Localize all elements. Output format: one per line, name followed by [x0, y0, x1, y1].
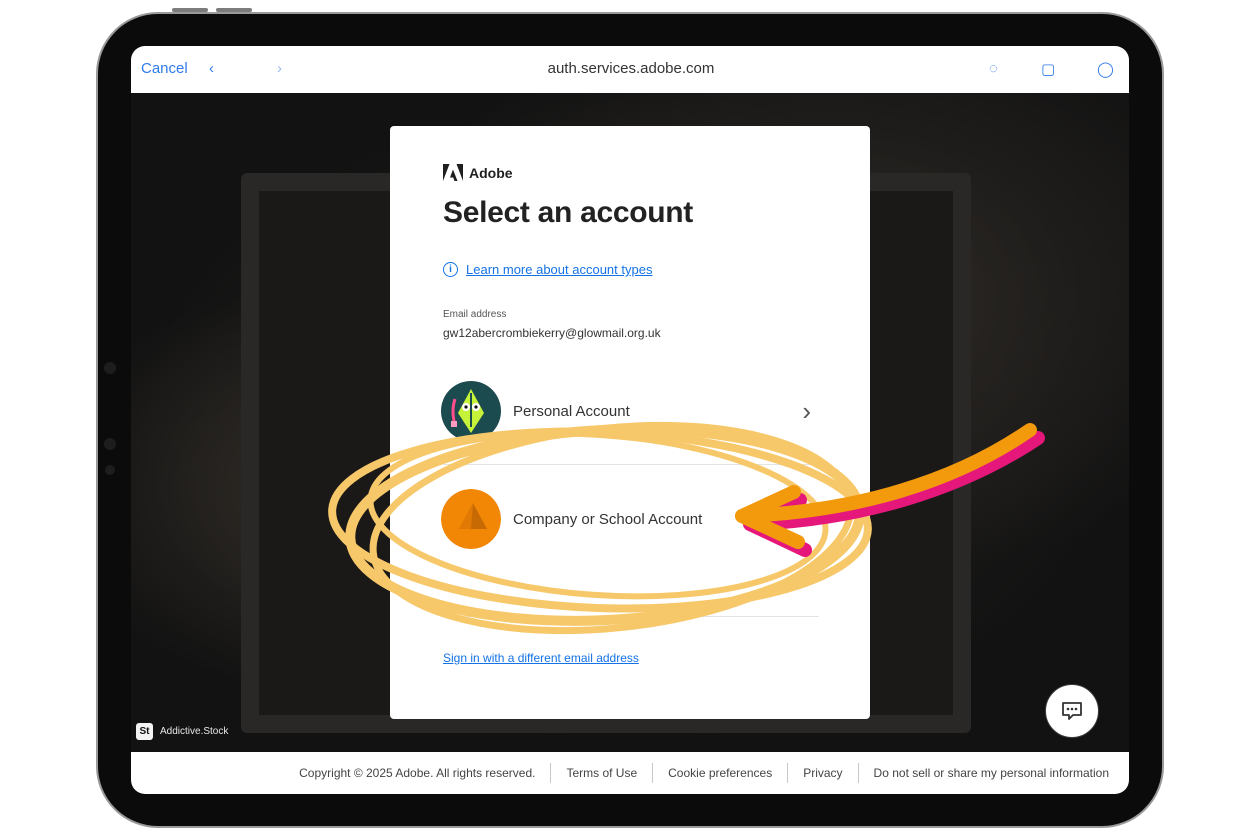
- info-icon: i: [443, 262, 458, 277]
- back-icon[interactable]: ‹: [209, 60, 214, 77]
- pen-avatar-icon: [441, 381, 501, 441]
- browser-toolbar: Cancel ‹ › auth.services.adobe.com ◌ ▢ ◯: [131, 46, 1129, 94]
- footer-divider: [652, 763, 654, 783]
- account-select-card: Adobe Select an account i Learn more abo…: [390, 126, 870, 719]
- chat-icon: [1062, 702, 1082, 720]
- tablet-top-button: [172, 8, 208, 12]
- account-divider: [443, 616, 819, 617]
- forward-icon[interactable]: ›: [277, 60, 282, 77]
- cancel-button[interactable]: Cancel: [141, 60, 188, 77]
- tablet-camera-dot: [104, 362, 116, 374]
- footer-copyright: Copyright © 2025 Adobe. All rights reser…: [299, 766, 536, 780]
- account-divider: [443, 464, 819, 465]
- footer-link-do-not-sell[interactable]: Do not sell or share my personal informa…: [874, 766, 1109, 780]
- footer-divider: [787, 763, 789, 783]
- different-email-link[interactable]: Sign in with a different email address: [443, 651, 639, 665]
- footer-link-terms[interactable]: Terms of Use: [566, 766, 637, 780]
- company-school-account-label: Company or School Account: [513, 510, 703, 528]
- stock-watermark: St Addictive.Stock: [136, 723, 228, 740]
- company-account-avatar: [441, 489, 501, 549]
- email-label: Email address: [443, 309, 507, 320]
- stock-watermark-text: Addictive.Stock: [160, 726, 229, 737]
- adobe-logo-text: Adobe: [469, 164, 513, 181]
- company-school-account-option[interactable]: Company or School Account: [441, 484, 819, 554]
- personal-account-label: Personal Account: [513, 402, 630, 420]
- address-bar-url[interactable]: auth.services.adobe.com: [531, 60, 731, 77]
- footer-link-cookies[interactable]: Cookie preferences: [668, 766, 772, 780]
- email-value: gw12abercrombiekerry@glowmail.org.uk: [443, 326, 661, 340]
- footer-divider: [857, 763, 859, 783]
- tablet-top-button-2: [216, 8, 252, 12]
- page-title: Select an account: [443, 196, 693, 229]
- page-footer: Copyright © 2025 Adobe. All rights reser…: [131, 752, 1129, 794]
- adobe-logo-icon: [443, 164, 463, 181]
- chevron-right-icon: ›: [802, 395, 811, 426]
- share-icon[interactable]: ▢: [1041, 60, 1055, 78]
- footer-link-privacy[interactable]: Privacy: [803, 766, 842, 780]
- chat-button[interactable]: [1045, 684, 1099, 738]
- footer-divider: [550, 763, 552, 783]
- reload-icon[interactable]: ◌: [989, 60, 998, 77]
- tablet-camera-dot-2: [104, 438, 116, 450]
- stock-logo-icon: St: [136, 723, 153, 740]
- tablet-camera-dot-3: [105, 465, 115, 475]
- more-icon[interactable]: ◯: [1097, 60, 1114, 78]
- learn-more-link[interactable]: Learn more about account types: [466, 262, 652, 277]
- adobe-logo: Adobe: [443, 164, 513, 181]
- personal-account-avatar: [441, 381, 501, 441]
- personal-account-option[interactable]: Personal Account ›: [441, 376, 819, 446]
- learn-more-row[interactable]: i Learn more about account types: [443, 262, 652, 277]
- company-avatar-icon: [441, 489, 501, 549]
